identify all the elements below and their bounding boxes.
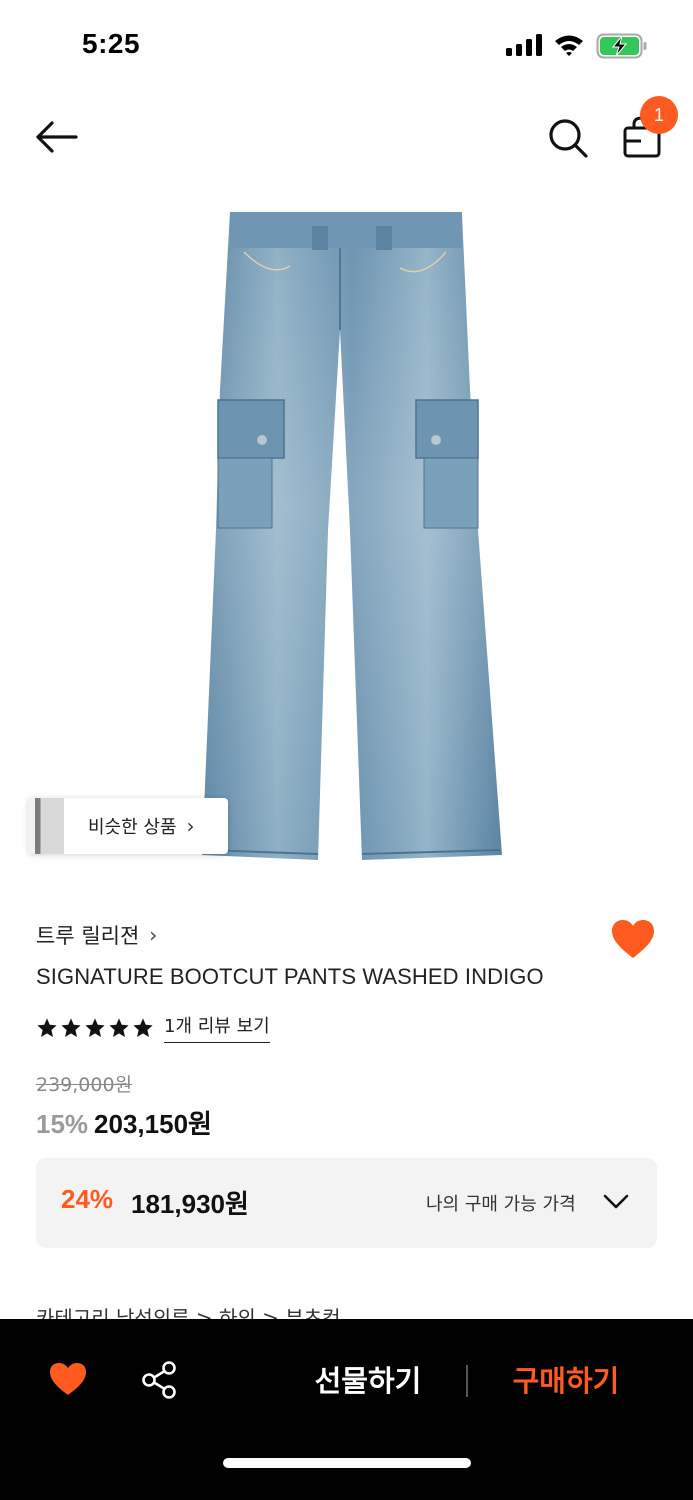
- bottom-action-bar: 선물하기 구매하기: [0, 1319, 693, 1500]
- wishlist-bottom-button[interactable]: [48, 1361, 88, 1397]
- rating-row: 1개 리뷰 보기: [36, 1012, 270, 1043]
- star-icon: [37, 1017, 57, 1037]
- arrow-left-icon: [36, 121, 78, 153]
- share-button[interactable]: [140, 1361, 178, 1399]
- heart-icon: [612, 920, 654, 958]
- status-bar: 5:25: [0, 0, 693, 92]
- back-button[interactable]: [34, 118, 80, 156]
- brand-link[interactable]: 트루 릴리젼 ›: [36, 920, 157, 950]
- my-price-value: 181,930원: [131, 1189, 249, 1219]
- my-price-label: 나의 구매 가능 가격: [426, 1194, 576, 1215]
- star-icon: [85, 1017, 105, 1037]
- share-icon: [142, 1361, 176, 1399]
- home-indicator[interactable]: [223, 1458, 471, 1468]
- review-link[interactable]: 1개 리뷰 보기: [164, 1012, 270, 1043]
- star-icon: [133, 1017, 153, 1037]
- battery-icon: [596, 33, 647, 59]
- signal-icon: [506, 34, 542, 56]
- status-time: 5:25: [82, 28, 141, 59]
- star-rating: [36, 1017, 154, 1039]
- similar-products-label: 비슷한 상품: [88, 817, 177, 838]
- chevron-right-icon: ›: [186, 814, 195, 838]
- product-title: SIGNATURE BOOTCUT PANTS WASHED INDIGO: [36, 964, 544, 989]
- my-price-dropdown[interactable]: 24% 181,930원 나의 구매 가능 가격: [36, 1158, 657, 1248]
- buy-button[interactable]: 구매하기: [494, 1359, 638, 1403]
- search-button[interactable]: [546, 116, 590, 160]
- gift-button[interactable]: 선물하기: [298, 1359, 438, 1403]
- price-row: 15% 203,150원: [36, 1104, 212, 1141]
- product-image[interactable]: [190, 200, 510, 870]
- chevron-right-icon: ›: [149, 923, 158, 947]
- sale-price: 203,150원: [94, 1109, 212, 1139]
- my-price-rate: 24%: [61, 1184, 114, 1214]
- wifi-icon: [555, 35, 583, 56]
- cart-count-badge: 1: [640, 96, 678, 134]
- heart-icon: [50, 1363, 86, 1395]
- original-price: 239,000원: [36, 1074, 133, 1096]
- search-icon: [549, 119, 588, 158]
- divider: [466, 1365, 468, 1397]
- similar-product-thumbnail: [28, 798, 64, 854]
- chevron-down-icon: [603, 1194, 629, 1209]
- star-icon: [61, 1017, 81, 1037]
- discount-rate: 15%: [36, 1109, 89, 1139]
- similar-products-button[interactable]: 비슷한 상품 ›: [28, 798, 228, 854]
- brand-name: 트루 릴리젼: [36, 924, 140, 948]
- wishlist-button[interactable]: [610, 918, 656, 960]
- star-icon: [109, 1017, 129, 1037]
